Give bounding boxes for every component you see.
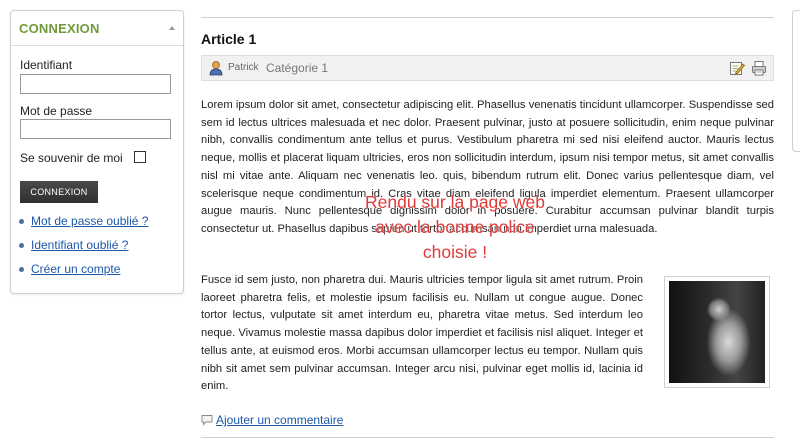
divider (201, 17, 774, 18)
article-title: Article 1 (201, 31, 257, 47)
login-links: Mot de passe oublié ? Identifiant oublié… (19, 214, 148, 286)
username-input[interactable] (20, 74, 171, 94)
bullet-icon (19, 219, 24, 224)
remember-me-checkbox[interactable] (134, 151, 146, 163)
add-comment-link[interactable]: Ajouter un commentaire (216, 413, 343, 427)
username-label: Identifiant (20, 58, 73, 72)
photo-thumbnail (669, 281, 765, 383)
login-module: CONNEXION Identifiant Mot de passe Se so… (10, 10, 184, 294)
list-item: Créer un compte (19, 262, 148, 286)
comment-icon (201, 415, 213, 426)
user-icon (209, 61, 223, 76)
edit-icon[interactable] (729, 60, 745, 76)
overlay-line: Rendu sur la page web (365, 192, 545, 212)
password-label: Mot de passe (20, 104, 93, 118)
article-paragraph: Fusce id sem justo, non pharetra dui. Ma… (201, 274, 643, 393)
collapse-arrow-icon[interactable] (169, 26, 175, 30)
create-account-link[interactable]: Créer un compte (31, 262, 120, 276)
list-item: Identifiant oublié ? (19, 238, 148, 262)
remember-me-label: Se souvenir de moi (20, 151, 123, 165)
login-button[interactable]: CONNEXION (20, 181, 98, 203)
overlay-line: avec la bonne police (375, 217, 535, 237)
right-sidebar-edge (792, 10, 800, 152)
article-category: Catégorie 1 (266, 61, 329, 75)
overlay-line: choisie ! (422, 242, 488, 262)
bullet-icon (19, 267, 24, 272)
article-info-bar: Patrick Catégorie 1 (201, 55, 774, 81)
divider (201, 437, 774, 438)
forgot-username-link[interactable]: Identifiant oublié ? (31, 238, 128, 252)
login-module-header[interactable]: CONNEXION (11, 11, 183, 46)
list-item: Mot de passe oublié ? (19, 214, 148, 238)
password-input[interactable] (20, 119, 171, 139)
article-image (664, 276, 770, 388)
article-author: Patrick (228, 62, 259, 73)
annotation-overlay: Rendu sur la page web avec la bonne poli… (310, 190, 600, 265)
comment-row: Ajouter un commentaire (201, 413, 343, 427)
print-icon[interactable] (751, 60, 767, 76)
forgot-password-link[interactable]: Mot de passe oublié ? (31, 214, 148, 228)
login-module-title: CONNEXION (19, 21, 100, 36)
bullet-icon (19, 243, 24, 248)
